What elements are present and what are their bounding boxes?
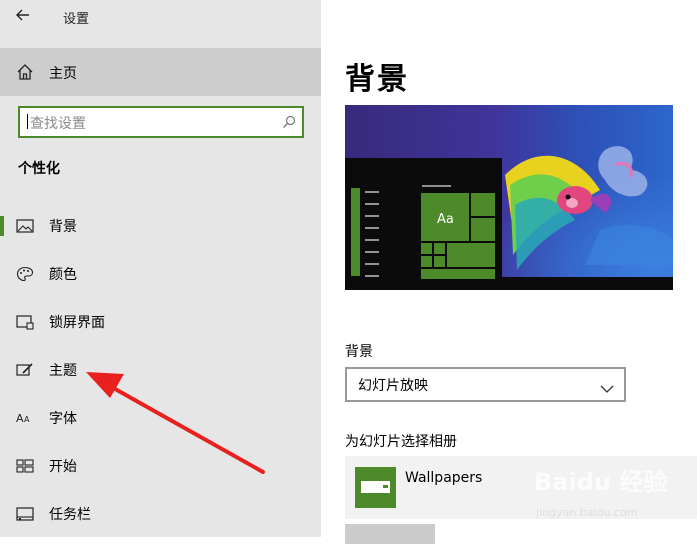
sidebar-item-start[interactable]: 开始 [0, 446, 321, 486]
home-icon [16, 63, 34, 85]
watermark-subtext: jingyan.baidu.com [536, 506, 638, 519]
sidebar-item-label: 锁屏界面 [49, 315, 105, 331]
sidebar-item-home[interactable]: 主页 [0, 48, 321, 96]
start-icon [16, 458, 34, 474]
preview-tile-label: Aa [437, 212, 454, 227]
sidebar-item-themes[interactable]: 主题 [0, 350, 321, 390]
picture-icon [16, 218, 34, 234]
sidebar-item-label: 主题 [49, 363, 77, 379]
sidebar-item-label: 开始 [49, 459, 77, 475]
sidebar: 设置 主页 查找设置 个性化 背景 颜色 锁屏界面 主题 A A 字体 开始 任… [0, 0, 321, 537]
album-name: Wallpapers [405, 470, 483, 486]
lock-screen-icon [16, 314, 34, 330]
sidebar-item-lock-screen[interactable]: 锁屏界面 [0, 302, 321, 342]
background-preview: Aa [345, 105, 673, 290]
home-label: 主页 [49, 66, 77, 82]
preview-start-menu: Aa [345, 158, 502, 290]
back-arrow-icon[interactable] [14, 6, 36, 28]
browse-button[interactable] [345, 524, 435, 544]
svg-text:A: A [16, 412, 24, 425]
selection-indicator [0, 216, 4, 236]
sidebar-item-background[interactable]: 背景 [0, 206, 321, 246]
search-placeholder: 查找设置 [30, 116, 86, 132]
sidebar-item-label: 字体 [49, 411, 77, 427]
section-title: 个性化 [18, 161, 60, 177]
sidebar-item-label: 任务栏 [49, 507, 91, 523]
sidebar-item-label: 背景 [49, 219, 77, 235]
text-caret [27, 114, 28, 129]
sidebar-item-colors[interactable]: 颜色 [0, 254, 321, 294]
app-title: 设置 [63, 12, 90, 27]
sidebar-item-fonts[interactable]: AA 字体 [0, 398, 321, 438]
dropdown-value: 幻灯片放映 [358, 378, 428, 394]
page-title: 背景 [345, 62, 409, 97]
taskbar-icon [16, 506, 34, 522]
search-input[interactable]: 查找设置 [18, 106, 304, 138]
palette-icon [16, 266, 34, 282]
font-icon: AA [16, 410, 34, 426]
theme-brush-icon [16, 362, 34, 378]
search-icon[interactable] [282, 114, 296, 133]
svg-text:A: A [24, 415, 30, 424]
album-label: 为幻灯片选择相册 [345, 434, 457, 450]
watermark-text: Baidu 经验 [534, 468, 668, 496]
sidebar-item-label: 颜色 [49, 267, 77, 283]
folder-icon [355, 467, 396, 508]
sidebar-item-taskbar[interactable]: 任务栏 [0, 494, 321, 534]
preview-taskbar [502, 277, 673, 290]
fish-wallpaper-image [505, 146, 673, 270]
background-type-dropdown[interactable]: 幻灯片放映 [345, 367, 626, 402]
background-type-label: 背景 [345, 344, 373, 360]
chevron-down-icon [600, 379, 614, 398]
